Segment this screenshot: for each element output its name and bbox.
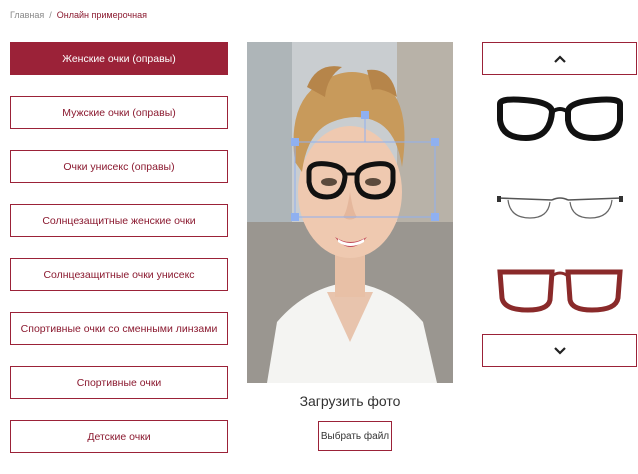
upload-photo-title: Загрузить фото (299, 393, 401, 409)
try-on-photo[interactable] (247, 42, 453, 383)
breadcrumb-home-link[interactable]: Главная (10, 10, 44, 20)
choose-file-button[interactable]: Выбрать файл (318, 421, 392, 451)
category-sport-lenses-button[interactable]: Спортивные очки со сменными линзами (10, 312, 228, 345)
category-list: Женские очки (оправы) Мужские очки (опра… (10, 42, 228, 474)
frame-option-black-cat-eye[interactable] (490, 88, 630, 148)
breadcrumb-current: Онлайн примерочная (56, 10, 147, 20)
frame-option-burgundy-square[interactable] (490, 258, 630, 318)
category-womens-sunglasses-button[interactable]: Солнцезащитные женские очки (10, 204, 228, 237)
category-womens-frames-button[interactable]: Женские очки (оправы) (10, 42, 228, 75)
category-kids-glasses-button[interactable]: Детские очки (10, 420, 228, 453)
chevron-up-icon (553, 54, 566, 63)
chevron-down-icon (553, 346, 566, 355)
carousel-up-button[interactable] (482, 42, 637, 75)
category-sport-glasses-button[interactable]: Спортивные очки (10, 366, 228, 399)
category-unisex-frames-button[interactable]: Очки унисекс (оправы) (10, 150, 228, 183)
frame-option-rimless-thin[interactable] (490, 178, 630, 238)
category-unisex-sunglasses-button[interactable]: Солнцезащитные очки унисекс (10, 258, 228, 291)
category-mens-frames-button[interactable]: Мужские очки (оправы) (10, 96, 228, 129)
breadcrumb: Главная / Онлайн примерочная (10, 10, 147, 20)
carousel-down-button[interactable] (482, 334, 637, 367)
breadcrumb-separator: / (49, 10, 52, 20)
